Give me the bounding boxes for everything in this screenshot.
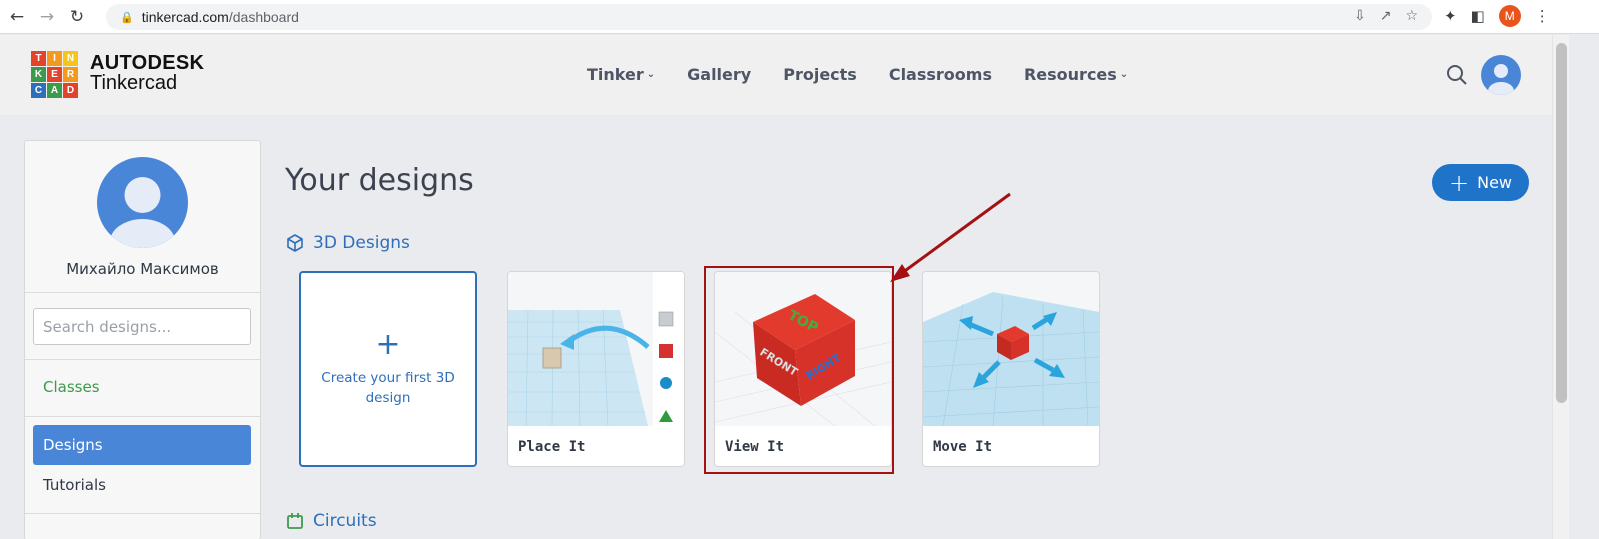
tinkercad-logo[interactable]: T I N K E R C A D	[31, 51, 78, 98]
move-it-thumbnail	[923, 272, 1099, 427]
back-icon[interactable]: ←	[4, 4, 30, 30]
section-circuits[interactable]: Circuits	[285, 511, 377, 531]
sidebar-item-classes[interactable]: Classes	[43, 378, 100, 396]
search-icon[interactable]	[1445, 63, 1469, 87]
url-host: tinkercad.com	[141, 9, 229, 25]
lock-icon: 🔒	[120, 10, 134, 24]
place-it-thumbnail	[508, 272, 684, 427]
sidebar-item-designs[interactable]: Designs	[33, 425, 251, 465]
extensions-puzzle-icon[interactable]: ✦	[1444, 7, 1457, 25]
design-card-title: Place It	[518, 439, 586, 455]
design-card-move-it[interactable]: Move It	[922, 271, 1100, 467]
logo-letter: A	[47, 83, 62, 98]
section-3d-designs[interactable]: 3D Designs	[285, 233, 410, 253]
divider	[25, 359, 260, 360]
logo-letter: C	[31, 83, 46, 98]
create-design-label: Create your first 3D design	[321, 370, 455, 406]
new-button[interactable]: + New	[1432, 164, 1529, 201]
divider	[25, 416, 260, 417]
chevron-down-icon: ⌄	[646, 69, 656, 80]
site-header: T I N K E R C A D AUTODESK Tinkercad Tin…	[0, 35, 1552, 115]
plus-icon: +	[1448, 168, 1470, 197]
section-3d-label: 3D Designs	[313, 233, 410, 253]
browser-toolbar: ← → ↻ 🔒 tinkercad.com/dashboard ⇩ ↗ ☆ ✦ …	[0, 0, 1599, 34]
nav-projects[interactable]: Projects	[783, 65, 857, 84]
cube-icon	[287, 234, 303, 252]
reload-icon[interactable]: ↻	[64, 4, 90, 30]
new-button-label: New	[1477, 173, 1512, 192]
design-card-place-it[interactable]: Place It	[507, 271, 685, 467]
bookmark-star-icon[interactable]: ☆	[1405, 8, 1418, 24]
sidebar-item-tutorials[interactable]: Tutorials	[43, 476, 106, 494]
share-icon[interactable]: ↗	[1380, 8, 1392, 24]
logo-letter: T	[31, 51, 46, 66]
divider	[25, 513, 260, 514]
logo-autodesk: AUTODESK	[90, 52, 205, 74]
nav-resources-label: Resources	[1023, 65, 1117, 84]
logo-letter: N	[63, 51, 78, 66]
page-scrollbar[interactable]	[1552, 35, 1569, 539]
user-name: Михайло Максимов	[66, 260, 219, 278]
forward-icon[interactable]: →	[34, 4, 60, 30]
menu-dots-icon[interactable]: ⋮	[1535, 7, 1550, 25]
logo-letter: I	[47, 51, 62, 66]
chevron-down-icon: ⌄	[1119, 69, 1129, 80]
url-path: /dashboard	[228, 9, 299, 25]
url-text: tinkercad.com/dashboard	[142, 9, 299, 25]
logo-wordmark[interactable]: AUTODESK Tinkercad	[90, 53, 204, 93]
logo-letter: R	[63, 67, 78, 82]
page-title: Your designs	[285, 163, 474, 198]
search-designs-input[interactable]	[33, 308, 251, 345]
calendar-circuit-icon	[287, 513, 303, 529]
profile-avatar-large[interactable]	[97, 157, 188, 248]
logo-tinkercad: Tinkercad	[90, 72, 178, 94]
nav-classrooms[interactable]: Classrooms	[889, 65, 992, 84]
address-bar[interactable]: 🔒 tinkercad.com/dashboard ⇩ ↗ ☆	[106, 4, 1432, 30]
nav-gallery[interactable]: Gallery	[687, 65, 751, 84]
profile-avatar[interactable]: M	[1498, 5, 1521, 27]
logo-letter: E	[47, 67, 62, 82]
nav-tinker-label: Tinker	[587, 65, 644, 84]
install-icon[interactable]: ⇩	[1354, 8, 1366, 24]
side-panel-icon[interactable]: ◧	[1471, 7, 1485, 25]
annotation-highlight-box	[704, 266, 894, 474]
sidebar: Михайло Максимов Classes Designs Tutoria…	[24, 140, 261, 539]
main-nav: Tinker ⌄ Gallery Projects Classrooms Reso…	[587, 65, 1160, 84]
nav-tinker[interactable]: Tinker ⌄	[587, 65, 655, 84]
design-card-title: Move It	[933, 439, 993, 455]
user-avatar[interactable]	[1481, 55, 1521, 95]
logo-letter: D	[63, 83, 78, 98]
divider	[25, 292, 260, 293]
scrollbar-thumb[interactable]	[1556, 43, 1567, 403]
create-design-card[interactable]: + Create your first 3D design	[299, 271, 477, 467]
section-circuits-label: Circuits	[313, 511, 377, 531]
plus-icon: +	[375, 327, 401, 362]
logo-letter: K	[31, 67, 46, 82]
nav-resources[interactable]: Resources ⌄	[1024, 65, 1128, 84]
